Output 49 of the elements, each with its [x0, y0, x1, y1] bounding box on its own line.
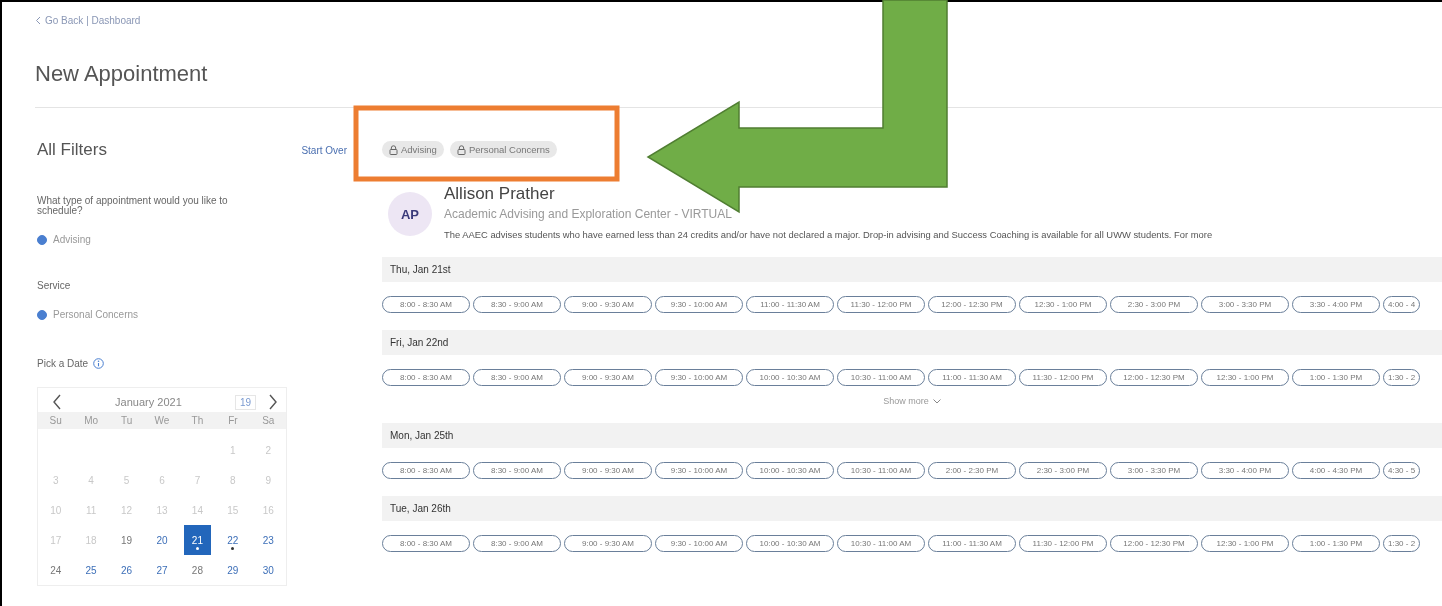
- weekday-label: Mo: [83, 415, 100, 426]
- day-header: Fri, Jan 22nd: [382, 330, 1442, 355]
- chevron-left-icon: [35, 15, 41, 25]
- month-label: January 2021: [114, 396, 183, 408]
- calendar-day[interactable]: 20: [148, 525, 176, 555]
- advisor-name: Allison Prather: [444, 184, 556, 204]
- option-label: Advising: [53, 234, 91, 245]
- calendar-day[interactable]: 27: [148, 555, 176, 585]
- chevron-right-icon: [268, 394, 278, 410]
- department-label: Academic Advising and Exploration Center - VIRTUAL: [444, 207, 733, 221]
- caret-down-icon: [932, 398, 941, 404]
- calendar-day[interactable]: 29: [219, 555, 247, 585]
- calendar-day[interactable]: 26: [112, 555, 141, 585]
- radio-button[interactable]: [37, 309, 47, 320]
- avatar-initials: AP: [388, 192, 432, 236]
- calendar-day[interactable]: 24: [42, 555, 70, 585]
- calendar-day[interactable]: 22: [219, 525, 247, 555]
- weekday-label: Fr: [227, 415, 239, 426]
- filter-chip[interactable]: Personal Concerns: [449, 141, 557, 158]
- day-header: Mon, Jan 25th: [382, 423, 1442, 448]
- start-over-link[interactable]: Start Over: [301, 144, 347, 156]
- lock-icon: [389, 144, 398, 155]
- calendar-day[interactable]: 21: [183, 525, 212, 555]
- filter-label: Service: [37, 281, 72, 291]
- calendar-day[interactable]: 25: [77, 555, 105, 585]
- calendar-day[interactable]: 19: [112, 525, 141, 555]
- today-button[interactable]: 19: [234, 394, 256, 410]
- chevron-left-icon: [52, 394, 62, 410]
- advisor-description: The AAEC advises students who have earned less than 24 credits and/or have not declared a major. Drop-in advising and Success Coaching is available for all UWW students. For more: [444, 229, 1213, 240]
- calendar-day[interactable]: 30: [254, 555, 282, 585]
- show-more-link[interactable]: Show more: [872, 396, 952, 406]
- weekday-label: Sa: [261, 415, 276, 426]
- calendar-day[interactable]: 23: [254, 525, 282, 555]
- weekday-label: We: [153, 415, 171, 426]
- day-header: Tue, Jan 26th: [382, 496, 1442, 521]
- date-label: Pick a Date: [37, 358, 89, 369]
- filters-heading: All Filters: [37, 140, 107, 160]
- weekday-label: Tu: [119, 415, 134, 426]
- weekday-label: Su: [48, 415, 63, 426]
- option-label: Personal Concerns: [53, 309, 139, 320]
- lock-icon: [456, 144, 466, 155]
- filter-label: What type of appointment would you like to schedule?: [37, 196, 229, 216]
- back-link[interactable]: Go Back | Dashboard: [35, 10, 1442, 30]
- day-header: Thu, Jan 21st: [382, 257, 1442, 282]
- radio-button[interactable]: [37, 234, 47, 245]
- filter-chip[interactable]: Advising: [382, 141, 444, 158]
- weekday-label: Th: [190, 415, 205, 426]
- info-icon: [93, 358, 105, 369]
- calendar-day[interactable]: 28: [183, 555, 212, 585]
